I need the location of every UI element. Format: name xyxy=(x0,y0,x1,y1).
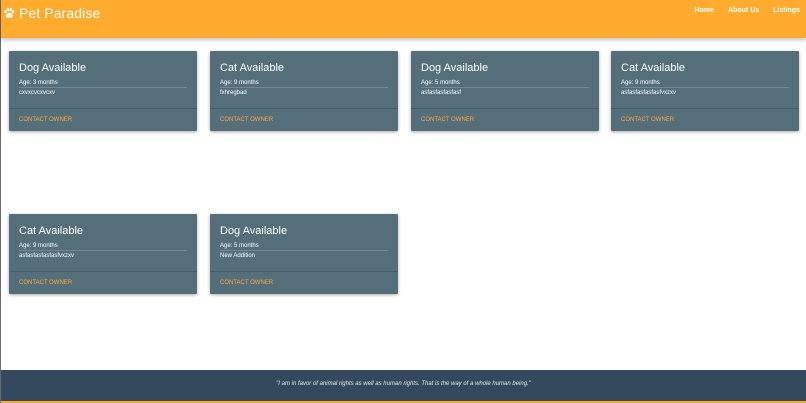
card-description: New Addition xyxy=(220,253,256,259)
card-description: asfasfasfasfasfvxzxv xyxy=(19,253,75,259)
card-title: Cat Available xyxy=(220,62,285,74)
pet-card: Cat Available Age: 9 months asfasfasfasf… xyxy=(611,51,799,131)
card-description: asfasfasfasfasfvxzxv xyxy=(621,90,677,96)
card-divider xyxy=(19,250,187,251)
card-title: Cat Available xyxy=(621,62,686,74)
card-age: Age: 5 months xyxy=(421,80,460,86)
nav-links: Home About Us Listings xyxy=(681,7,800,14)
card-action-divider xyxy=(611,108,799,109)
card-age: Age: 5 months xyxy=(220,243,259,249)
card-divider xyxy=(19,87,187,88)
card-divider xyxy=(220,87,388,88)
pet-card: Dog Available Age: 3 months cxvxcvcxvcxv… xyxy=(9,51,197,131)
nav-about-us[interactable]: About Us xyxy=(728,7,759,14)
pet-card: Cat Available Age: 9 months asfasfasfasf… xyxy=(9,214,197,294)
card-action-divider xyxy=(210,271,398,272)
pet-card: Dog Available Age: 5 months New Addition… xyxy=(210,214,398,294)
card-title: Dog Available xyxy=(421,62,489,74)
card-divider xyxy=(421,87,589,88)
paw-icon xyxy=(4,7,15,18)
card-description: fxhregbad xyxy=(220,90,247,96)
footer-quote: "I am in favor of animal rights as well … xyxy=(276,381,531,387)
card-age: Age: 9 months xyxy=(19,243,58,249)
card-action-divider xyxy=(210,108,398,109)
contact-owner-link[interactable]: CONTACT OWNER xyxy=(421,117,474,123)
card-divider xyxy=(621,87,789,88)
pet-card: Cat Available Age: 9 months fxhregbad CO… xyxy=(210,51,398,131)
contact-owner-link[interactable]: CONTACT OWNER xyxy=(220,280,273,286)
card-action-divider xyxy=(9,271,197,272)
contact-owner-link[interactable]: CONTACT OWNER xyxy=(220,117,273,123)
card-action-divider xyxy=(9,108,197,109)
card-divider xyxy=(220,250,388,251)
card-age: Age: 3 months xyxy=(19,80,58,86)
card-age: Age: 9 months xyxy=(220,80,259,86)
footer: "I am in favor of animal rights as well … xyxy=(1,370,806,403)
card-title: Dog Available xyxy=(220,225,288,237)
contact-owner-link[interactable]: CONTACT OWNER xyxy=(621,117,674,123)
contact-owner-link[interactable]: CONTACT OWNER xyxy=(19,280,72,286)
card-action-divider xyxy=(411,108,599,109)
brand-title: Pet Paradise xyxy=(19,5,101,21)
contact-owner-link[interactable]: CONTACT OWNER xyxy=(19,117,72,123)
nav-home[interactable]: Home xyxy=(695,7,714,14)
card-age: Age: 9 months xyxy=(621,80,660,86)
card-title: Dog Available xyxy=(19,62,87,74)
card-description: asfasfasfasfasf xyxy=(421,90,462,96)
nav-listings[interactable]: Listings xyxy=(773,7,800,14)
card-title: Cat Available xyxy=(19,225,84,237)
brand-link[interactable]: Pet Paradise xyxy=(3,3,100,23)
card-description: cxvxcvcxvcxv xyxy=(19,90,55,96)
pet-card: Dog Available Age: 5 months asfasfasfasf… xyxy=(411,51,599,131)
navbar: Pet Paradise Home About Us Listings xyxy=(1,0,806,38)
